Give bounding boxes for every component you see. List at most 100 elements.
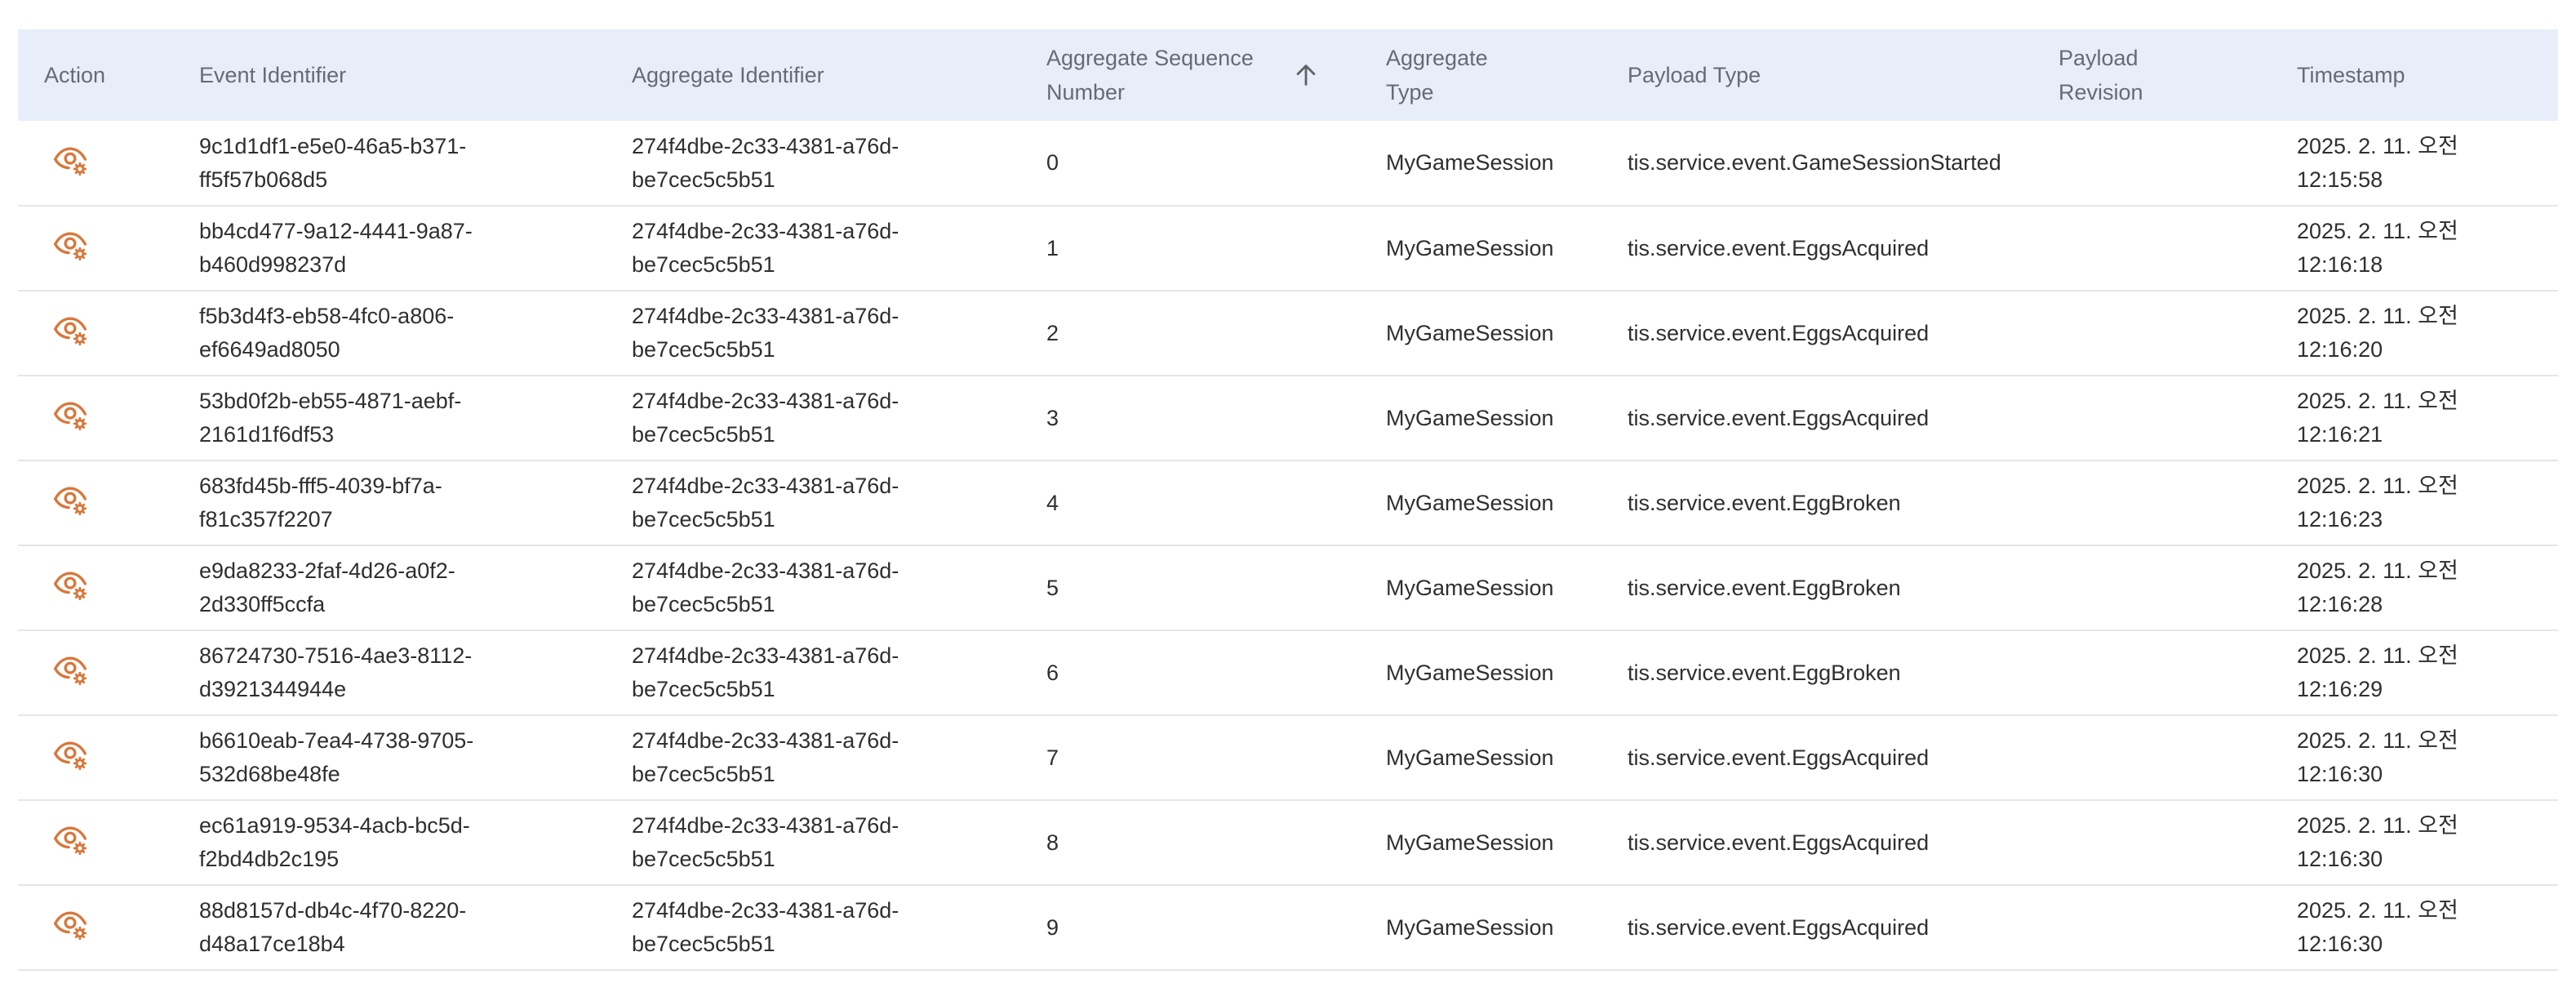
view-event-button[interactable]	[51, 225, 90, 264]
payload-revision-cell	[2032, 885, 2271, 970]
aggregate-type-cell: MyGameSession	[1360, 800, 1601, 885]
aggregate-type-cell: MyGameSession	[1360, 545, 1601, 630]
view-event-button[interactable]	[51, 649, 90, 688]
column-header-label: Action	[44, 63, 106, 87]
payload-revision-cell	[2032, 800, 2271, 885]
view-event-button[interactable]	[51, 819, 90, 858]
view-event-button[interactable]	[51, 564, 90, 603]
timestamp-date: 2025. 2. 11. 오전	[2297, 813, 2458, 838]
aggregate-identifier-cell: 274f4dbe-2c33-4381-a76d- be7cec5c5b51	[606, 545, 1020, 630]
sequence-number: 5	[1046, 575, 1059, 600]
column-header-payload-revision[interactable]: Payload Revision	[2032, 29, 2271, 121]
view-event-button[interactable]	[51, 904, 90, 943]
aggregate-identifier-cell: 274f4dbe-2c33-4381-a76d- be7cec5c5b51	[606, 460, 1020, 545]
table-row: 86724730-7516-4ae3-8112- d3921344944e 27…	[18, 630, 2558, 715]
view-event-button[interactable]	[51, 140, 90, 179]
table-row: bb4cd477-9a12-4441-9a87- b460d998237d 27…	[18, 206, 2558, 291]
sequence-number-cell: 3	[1020, 376, 1360, 460]
view-details-icon	[54, 741, 87, 771]
payload-revision-cell	[2032, 545, 2271, 630]
event-identifier-part: 683fd45b-fff5-4039-bf7a-	[199, 474, 442, 498]
event-identifier-part: 9c1d1df1-e5e0-46a5-b371-	[199, 133, 467, 158]
timestamp-date: 2025. 2. 11. 오전	[2297, 898, 2458, 923]
table-row: 9c1d1df1-e5e0-46a5-b371- ff5f57b068d5 27…	[18, 121, 2558, 206]
action-cell	[18, 800, 173, 885]
aggregate-identifier-part: 274f4dbe-2c33-4381-a76d-	[632, 898, 899, 923]
view-event-button[interactable]	[51, 309, 90, 349]
table-row: e9da8233-2faf-4d26-a0f2- 2d330ff5ccfa 27…	[18, 545, 2558, 630]
payload-type-cell: tis.service.event.EggBroken	[1601, 460, 2032, 545]
column-header-label: Aggregate Sequence Number	[1046, 46, 1254, 105]
aggregate-identifier-cell: 274f4dbe-2c33-4381-a76d- be7cec5c5b51	[606, 121, 1020, 206]
sort-ascending-button[interactable]	[1288, 57, 1324, 93]
sequence-number: 1	[1046, 235, 1059, 260]
aggregate-type-cell: MyGameSession	[1360, 291, 1601, 376]
payload-revision-cell	[2032, 460, 2271, 545]
aggregate-identifier-cell: 274f4dbe-2c33-4381-a76d- be7cec5c5b51	[606, 800, 1020, 885]
events-table-container: Action Event Identifier Aggregate Identi…	[18, 29, 2558, 971]
view-event-button[interactable]	[51, 734, 90, 773]
view-details-icon	[54, 826, 87, 856]
event-identifier-cell: ec61a919-9534-4acb-bc5d- f2bd4db2c195	[173, 800, 606, 885]
sequence-number-cell: 2	[1020, 291, 1360, 376]
payload-type: tis.service.event.EggsAcquired	[1628, 914, 1930, 940]
event-identifier-part: f81c357f2207	[199, 507, 333, 532]
timestamp-cell: 2025. 2. 11. 오전 12:16:21	[2271, 376, 2558, 460]
aggregate-identifier-part: 274f4dbe-2c33-4381-a76d-	[632, 389, 899, 413]
view-event-button[interactable]	[51, 479, 90, 518]
aggregate-type: MyGameSession	[1386, 405, 1554, 430]
event-identifier-part: bb4cd477-9a12-4441-9a87-	[199, 219, 473, 243]
aggregate-identifier-part: be7cec5c5b51	[632, 507, 775, 532]
timestamp-date: 2025. 2. 11. 오전	[2297, 304, 2458, 328]
payload-type: tis.service.event.EggBroken	[1628, 575, 1901, 600]
timestamp-cell: 2025. 2. 11. 오전 12:16:30	[2271, 715, 2558, 800]
header-row: Action Event Identifier Aggregate Identi…	[18, 29, 2558, 121]
payload-type: tis.service.event.EggBroken	[1628, 490, 1901, 515]
aggregate-identifier-part: be7cec5c5b51	[632, 337, 775, 362]
payload-type: tis.service.event.EggBroken	[1628, 660, 1901, 685]
aggregate-identifier-part: be7cec5c5b51	[632, 167, 775, 192]
column-header-timestamp[interactable]: Timestamp	[2271, 29, 2558, 121]
column-header-aggregate-identifier[interactable]: Aggregate Identifier	[606, 29, 1020, 121]
payload-revision-cell	[2032, 715, 2271, 800]
payload-type-cell: tis.service.event.EggBroken	[1601, 630, 2032, 715]
column-header-label: Payload Type	[1628, 63, 1761, 87]
aggregate-type: MyGameSession	[1386, 914, 1554, 940]
aggregate-type-cell: MyGameSession	[1360, 885, 1601, 970]
event-identifier-part: 53bd0f2b-eb55-4871-aebf-	[199, 389, 462, 413]
aggregate-type-cell: MyGameSession	[1360, 376, 1601, 460]
column-header-event-identifier[interactable]: Event Identifier	[173, 29, 606, 121]
timestamp-cell: 2025. 2. 11. 오전 12:16:28	[2271, 545, 2558, 630]
column-header-aggregate-type[interactable]: Aggregate Type	[1360, 29, 1601, 121]
timestamp-cell: 2025. 2. 11. 오전 12:16:30	[2271, 800, 2558, 885]
payload-type-cell: tis.service.event.EggsAcquired	[1601, 291, 2032, 376]
aggregate-type-cell: MyGameSession	[1360, 715, 1601, 800]
column-header-label: Aggregate Identifier	[632, 63, 824, 87]
event-identifier-part: 2161d1f6df53	[199, 422, 335, 447]
payload-revision-cell	[2032, 121, 2271, 206]
timestamp-cell: 2025. 2. 11. 오전 12:16:18	[2271, 206, 2558, 291]
event-identifier-cell: f5b3d4f3-eb58-4fc0-a806- ef6649ad8050	[173, 291, 606, 376]
timestamp-date: 2025. 2. 11. 오전	[2297, 474, 2458, 498]
aggregate-type: MyGameSession	[1386, 575, 1554, 600]
aggregate-identifier-cell: 274f4dbe-2c33-4381-a76d- be7cec5c5b51	[606, 291, 1020, 376]
table-row: 683fd45b-fff5-4039-bf7a- f81c357f2207 27…	[18, 460, 2558, 545]
aggregate-type-cell: MyGameSession	[1360, 460, 1601, 545]
view-event-button[interactable]	[51, 394, 90, 434]
sequence-number: 9	[1046, 914, 1059, 940]
table-row: f5b3d4f3-eb58-4fc0-a806- ef6649ad8050 27…	[18, 291, 2558, 376]
aggregate-identifier-part: be7cec5c5b51	[632, 847, 775, 871]
aggregate-type-cell: MyGameSession	[1360, 121, 1601, 206]
column-header-aggregate-sequence-number[interactable]: Aggregate Sequence Number	[1020, 29, 1360, 121]
timestamp-time: 12:16:20	[2297, 337, 2383, 362]
aggregate-identifier-part: be7cec5c5b51	[632, 422, 775, 447]
action-cell	[18, 630, 173, 715]
sequence-number-cell: 5	[1020, 545, 1360, 630]
payload-type-cell: tis.service.event.GameSessionStarted	[1601, 121, 2032, 206]
view-details-icon	[54, 572, 87, 601]
table-body: 9c1d1df1-e5e0-46a5-b371- ff5f57b068d5 27…	[18, 121, 2558, 970]
action-cell	[18, 715, 173, 800]
sequence-number-cell: 9	[1020, 885, 1360, 970]
column-header-payload-type[interactable]: Payload Type	[1601, 29, 2032, 121]
aggregate-identifier-part: 274f4dbe-2c33-4381-a76d-	[632, 558, 899, 583]
